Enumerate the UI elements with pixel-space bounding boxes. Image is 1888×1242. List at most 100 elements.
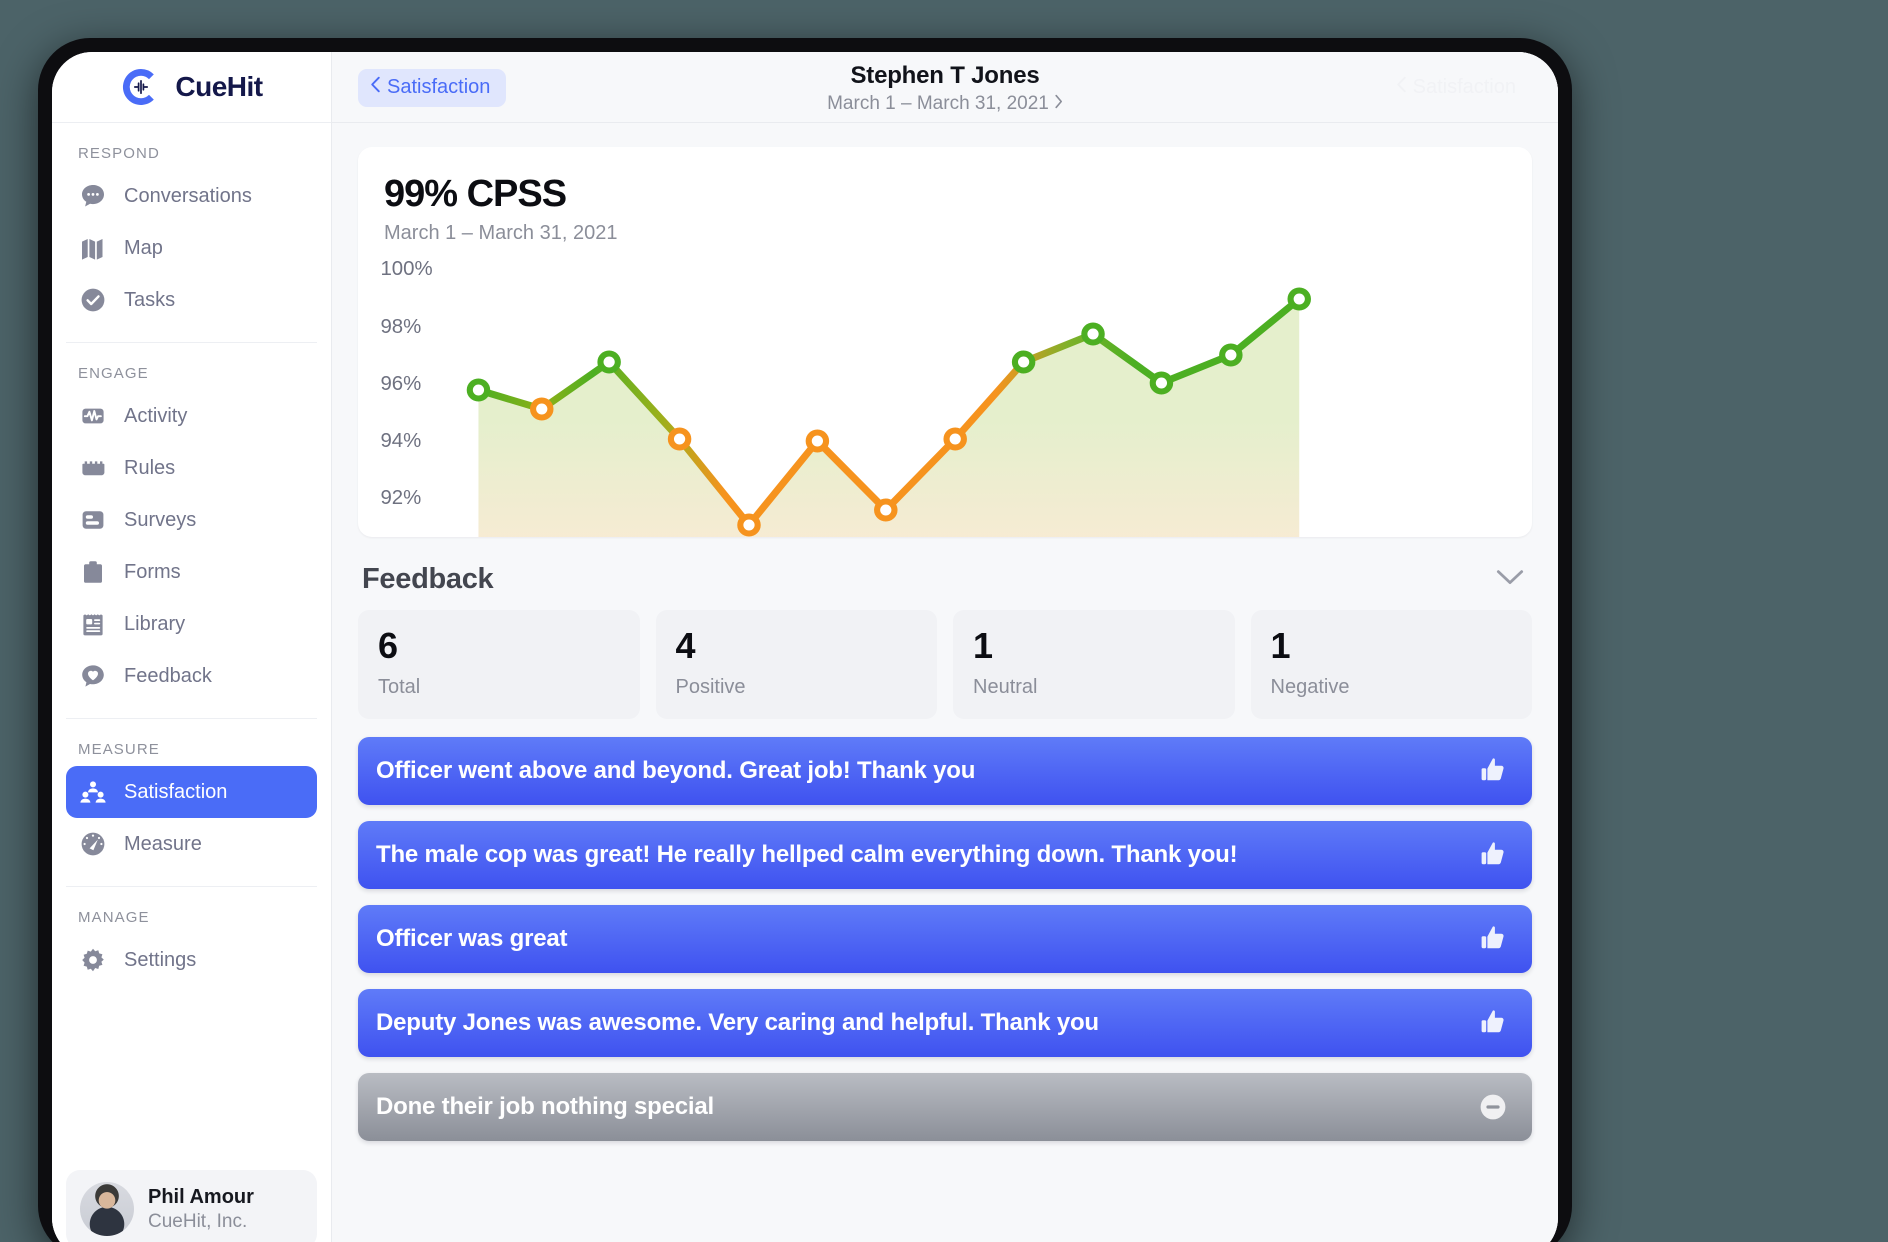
ytick-100: 100% bbox=[380, 258, 432, 280]
main-area: Satisfaction Satisfaction Stephen T Jone… bbox=[332, 52, 1558, 1242]
ytick-92: 92% bbox=[380, 487, 421, 509]
cpss-line-chart[interactable]: 100% 98% 96% 94% 92% 90% bbox=[358, 242, 1532, 537]
ytick-94: 94% bbox=[380, 430, 421, 452]
date-range-selector[interactable]: March 1 – March 31, 2021 bbox=[827, 93, 1063, 115]
sidebar-item-tasks[interactable]: Tasks bbox=[66, 274, 317, 326]
cuehit-logo-icon bbox=[120, 66, 162, 108]
chart-point-5[interactable] bbox=[737, 513, 761, 537]
sidebar-nav: RESPOND Conversations Map Tasks ENGAGE A… bbox=[52, 123, 331, 1170]
stat-label: Total bbox=[378, 676, 421, 698]
stat-value: 1 bbox=[1270, 625, 1291, 666]
page-title-block: Stephen T Jones March 1 – March 31, 2021 bbox=[332, 62, 1558, 115]
thumbs-up-icon bbox=[1476, 922, 1510, 956]
sidebar-item-activity[interactable]: Activity bbox=[66, 390, 317, 442]
minus-circle-icon bbox=[1476, 1090, 1510, 1124]
feedback-title: Feedback bbox=[362, 563, 494, 595]
check-circle-icon bbox=[78, 285, 108, 315]
stat-positive: 4 Positive bbox=[655, 610, 937, 719]
chart-point-12[interactable] bbox=[1219, 343, 1243, 367]
sidebar-item-label: Activity bbox=[124, 404, 188, 427]
sidebar-item-rules[interactable]: Rules bbox=[66, 442, 317, 494]
sidebar-item-satisfaction[interactable]: Satisfaction bbox=[66, 766, 317, 818]
app-screen: CueHit RESPOND Conversations Map Tasks E… bbox=[52, 52, 1558, 1242]
sidebar-item-label: Forms bbox=[124, 560, 181, 583]
chart-point-9[interactable] bbox=[1011, 350, 1036, 374]
thumbs-up-icon bbox=[1476, 1006, 1510, 1040]
stat-neutral: 1 Neutral bbox=[953, 610, 1235, 719]
sidebar-item-settings[interactable]: Settings bbox=[66, 934, 317, 986]
chart-point-10[interactable] bbox=[1081, 322, 1105, 346]
chevron-right-icon bbox=[1054, 93, 1063, 115]
chart-svg: 100% 98% 96% 94% 92% 90% bbox=[380, 258, 1311, 537]
chart-point-13[interactable] bbox=[1287, 287, 1311, 311]
sidebar: CueHit RESPOND Conversations Map Tasks E… bbox=[52, 52, 332, 1242]
sidebar-item-label: Map bbox=[124, 236, 163, 259]
nav-header-manage: MANAGE bbox=[78, 909, 150, 926]
stat-value: 6 bbox=[378, 625, 399, 666]
sidebar-item-library[interactable]: Library bbox=[66, 598, 317, 650]
thumbs-up-icon bbox=[1476, 754, 1510, 788]
sidebar-item-label: Tasks bbox=[124, 288, 176, 311]
heart-bubble-icon bbox=[78, 661, 108, 691]
user-name: Phil Amour bbox=[148, 1185, 254, 1208]
sidebar-item-label: Conversations bbox=[124, 184, 252, 207]
people-group-icon bbox=[78, 777, 108, 807]
feedback-text: Officer was great bbox=[376, 925, 568, 952]
sidebar-item-feedback[interactable]: Feedback bbox=[66, 650, 317, 702]
sidebar-item-map[interactable]: Map bbox=[66, 222, 317, 274]
date-range-label: March 1 – March 31, 2021 bbox=[827, 93, 1049, 114]
chart-point-11[interactable] bbox=[1149, 371, 1174, 395]
chart-point-7[interactable] bbox=[874, 498, 898, 522]
chart-point-2[interactable] bbox=[530, 397, 554, 421]
sidebar-item-label: Surveys bbox=[124, 508, 197, 531]
top-bar: Satisfaction Satisfaction Stephen T Jone… bbox=[332, 52, 1558, 123]
chart-point-4[interactable] bbox=[667, 427, 692, 451]
gear-icon bbox=[78, 945, 108, 975]
stat-value: 1 bbox=[973, 625, 994, 666]
feedback-item[interactable]: The male cop was great! He really hellpe… bbox=[358, 821, 1532, 889]
avatar bbox=[80, 1182, 134, 1236]
sidebar-item-surveys[interactable]: Surveys bbox=[66, 494, 317, 546]
feedback-text: The male cop was great! He really hellpe… bbox=[376, 841, 1238, 868]
sidebar-item-measure[interactable]: Measure bbox=[66, 818, 317, 870]
chart-subhead: March 1 – March 31, 2021 bbox=[384, 222, 618, 244]
brand-logo-block[interactable]: CueHit bbox=[52, 52, 331, 123]
thumbs-up-icon bbox=[1476, 838, 1510, 872]
nav-group-manage: MANAGE Settings bbox=[66, 886, 317, 986]
sidebar-item-conversations[interactable]: Conversations bbox=[66, 170, 317, 222]
cpss-chart-card: 99% CPSS March 1 – March 31, 2021 100% 9… bbox=[358, 147, 1532, 537]
chart-point-1[interactable] bbox=[466, 378, 491, 402]
sidebar-item-label: Satisfaction bbox=[124, 780, 228, 803]
feedback-item[interactable]: Officer went above and beyond. Great job… bbox=[358, 737, 1532, 805]
ytick-96: 96% bbox=[380, 373, 421, 395]
chart-point-8[interactable] bbox=[943, 427, 967, 451]
ytick-98: 98% bbox=[380, 316, 421, 338]
chevron-down-icon[interactable] bbox=[1496, 569, 1524, 591]
feedback-stats-row: 6 Total 4 Positive 1 Neutral 1 Negative bbox=[358, 610, 1532, 719]
user-account-card[interactable]: Phil Amour CueHit, Inc. bbox=[66, 1170, 317, 1242]
map-icon bbox=[78, 233, 108, 263]
feedback-text: Deputy Jones was awesome. Very caring an… bbox=[376, 1009, 1099, 1036]
brand-name: CueHit bbox=[175, 71, 263, 102]
survey-icon bbox=[78, 505, 108, 535]
chart-point-6[interactable] bbox=[805, 429, 830, 453]
feedback-item[interactable]: Officer was great bbox=[358, 905, 1532, 973]
chart-headline: 99% CPSS bbox=[384, 173, 567, 215]
stat-label: Positive bbox=[675, 676, 746, 698]
feedback-text: Officer went above and beyond. Great job… bbox=[376, 757, 976, 784]
nav-header-measure: MEASURE bbox=[78, 741, 160, 758]
gauge-icon bbox=[78, 829, 108, 859]
chart-point-3[interactable] bbox=[597, 350, 621, 374]
pulse-icon bbox=[78, 401, 108, 431]
nav-group-engage: ENGAGE Activity Rules Surveys Forms Libr… bbox=[66, 342, 317, 702]
page-title: Stephen T Jones bbox=[850, 62, 1040, 89]
content-scroll: 99% CPSS March 1 – March 31, 2021 100% 9… bbox=[332, 123, 1558, 1242]
feedback-header: Feedback bbox=[358, 537, 1532, 610]
sidebar-item-label: Settings bbox=[124, 948, 197, 971]
user-org: CueHit, Inc. bbox=[148, 1210, 248, 1232]
nav-header-engage: ENGAGE bbox=[78, 365, 149, 382]
nav-group-respond: RESPOND Conversations Map Tasks bbox=[66, 123, 317, 326]
sidebar-item-forms[interactable]: Forms bbox=[66, 546, 317, 598]
feedback-item[interactable]: Done their job nothing special bbox=[358, 1073, 1532, 1141]
feedback-item[interactable]: Deputy Jones was awesome. Very caring an… bbox=[358, 989, 1532, 1057]
